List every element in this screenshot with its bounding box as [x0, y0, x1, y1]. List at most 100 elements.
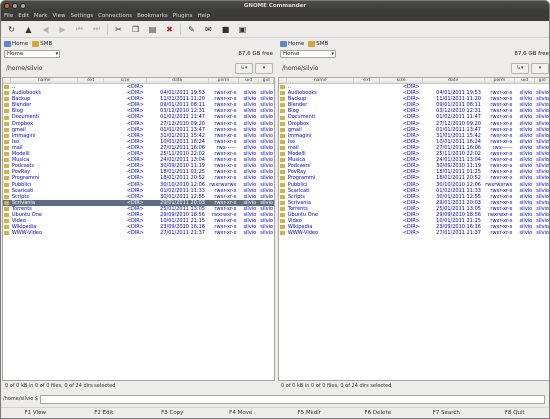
toolbar: ↻ ▲ ◀ ▶ ⏮ ⏭ ✂ ❐ ▤ ✖ ✎ ✉ ■ ▣	[1, 21, 549, 38]
gid-column-header[interactable]: gid	[259, 78, 274, 83]
right-free-space: 87,6 GB free	[514, 51, 549, 57]
cell-gid: silvio	[536, 230, 549, 237]
left-history-button[interactable]: ↳▾	[235, 62, 253, 74]
cell-uid: silvio	[519, 230, 533, 237]
menu-edit[interactable]: Edit	[18, 13, 29, 19]
toolbar-separator	[107, 23, 108, 35]
right-status-bar: 0 of 0 kB in 0 of 0 files, 0 of 24 dirs …	[281, 383, 392, 389]
left-status-bar: 0 of 0 kB in 0 of 0 files, 0 of 24 dirs …	[5, 383, 116, 389]
cell-ext	[78, 230, 104, 236]
ext-column-header[interactable]: ext	[78, 78, 105, 83]
name-column-header[interactable]: name	[11, 78, 79, 83]
left-device-select[interactable]: Home ▾	[4, 50, 60, 58]
ext-column-header[interactable]: ext	[354, 78, 381, 83]
edit-icon[interactable]: ✎	[185, 23, 198, 36]
uid-column-header[interactable]: uid	[515, 78, 536, 83]
bookmark-smb[interactable]: SMB	[32, 40, 52, 47]
right-path[interactable]: /home/silvio	[282, 65, 318, 72]
fkey-f4[interactable]: F4 Move	[207, 408, 276, 418]
menu-bookmarks[interactable]: Bookmarks	[137, 13, 168, 19]
command-prompt-label: /home/silvio $	[3, 396, 39, 402]
delete-icon[interactable]: ✖	[163, 23, 176, 36]
first-icon[interactable]: ⏮	[73, 23, 86, 36]
right-device-select[interactable]: Home ▾	[280, 50, 336, 58]
fkey-f7[interactable]: F7 Search	[412, 408, 481, 418]
left-file-list[interactable]: name ext size date perm uid gid .. <DIR> A…	[2, 77, 275, 381]
cell-perm: rwxr-xr-x	[490, 230, 513, 237]
gid-column-header[interactable]: gid	[535, 78, 549, 83]
cell-perm: rwxr-xr-x	[214, 230, 237, 237]
network-icon	[308, 40, 316, 47]
left-path[interactable]: /home/silvio	[6, 65, 42, 72]
right-bookmarks: Home SMB	[278, 38, 549, 49]
fkey-f1[interactable]: F1 View	[1, 408, 70, 418]
date-column-header[interactable]: date	[423, 78, 485, 83]
last-icon[interactable]: ⏭	[90, 23, 103, 36]
perm-column-header[interactable]: perm	[485, 78, 516, 83]
terminal-icon[interactable]: ■	[219, 23, 232, 36]
cell-name: WWW-Video	[11, 230, 43, 237]
chevron-down-icon: ▾	[55, 51, 58, 57]
bookmark-smb[interactable]: SMB	[308, 40, 328, 47]
ftp-icon[interactable]: ▣	[236, 23, 249, 36]
function-key-bar: F1 View F2 Edit F3 Copy F4 Move F5 Mkdir F6 D…	[1, 407, 549, 418]
app-window: GNOME Commander File Edit Mark View Settings…	[0, 0, 550, 419]
fkey-f5[interactable]: F5 Mkdir	[275, 408, 344, 418]
left-bookmarks: Home SMB	[2, 38, 275, 49]
right-options-button[interactable]: ▾	[531, 62, 549, 74]
left-pane: Home SMB Home ▾ 87,6 GB free /home/silvio…	[2, 38, 275, 381]
icon-column-header[interactable]	[279, 78, 287, 83]
fkey-f2[interactable]: F2 Edit	[70, 408, 139, 418]
name-column-header[interactable]: name	[287, 78, 355, 83]
file-row[interactable]: WWW-Video <DIR> 27/01/2011 21:37 rwxr-xr-x s…	[279, 230, 549, 237]
icon-column-header[interactable]	[3, 78, 11, 83]
mail-icon[interactable]: ✉	[202, 23, 215, 36]
right-pane: Home SMB Home ▾ 87,6 GB free /home/silvio…	[278, 38, 549, 381]
menu-settings[interactable]: Settings	[71, 13, 94, 19]
back-icon[interactable]: ◀	[39, 23, 52, 36]
menu-plugins[interactable]: Plugins	[173, 13, 193, 19]
cell-date: 27/01/2011 21:37	[160, 230, 205, 237]
uid-column-header[interactable]: uid	[239, 78, 260, 83]
menu-mark[interactable]: Mark	[34, 13, 48, 19]
command-input[interactable]	[40, 394, 545, 404]
paste-icon[interactable]: ▤	[146, 23, 159, 36]
file-row[interactable]: WWW-Video <DIR> 27/01/2011 21:37 rwxr-xr-x s…	[3, 230, 274, 236]
forward-icon[interactable]: ▶	[56, 23, 69, 36]
copy-icon[interactable]: ❐	[129, 23, 142, 36]
bookmark-home[interactable]: Home	[4, 40, 28, 47]
cell-size: <DIR>	[126, 230, 144, 237]
date-column-header[interactable]: date	[147, 78, 209, 83]
menu-help[interactable]: Help	[198, 13, 211, 19]
right-file-list[interactable]: name ext size date perm uid gid .. <DIR> A…	[278, 77, 549, 381]
right-history-button[interactable]: ↳▾	[511, 62, 529, 74]
cell-gid: silvio	[260, 230, 273, 237]
up-icon[interactable]: ▲	[22, 23, 35, 36]
perm-column-header[interactable]: perm	[209, 78, 240, 83]
left-options-button[interactable]: ▾	[255, 62, 273, 74]
command-line: /home/silvio $	[1, 393, 549, 405]
fkey-f3[interactable]: F3 Copy	[138, 408, 207, 418]
home-icon	[4, 40, 11, 47]
window-title: GNOME Commander	[243, 3, 307, 9]
folder-icon	[3, 230, 11, 236]
title-bar: GNOME Commander	[1, 1, 549, 11]
bookmark-home[interactable]: Home	[280, 40, 304, 47]
cell-date: 27/01/2011 21:37	[436, 230, 481, 237]
cut-icon[interactable]: ✂	[112, 23, 125, 36]
cell-uid: silvio	[243, 230, 257, 237]
size-column-header[interactable]: size	[104, 78, 147, 83]
menu-bar: File Edit Mark View Settings Connections Bookm…	[1, 11, 549, 21]
menu-connections[interactable]: Connections	[98, 13, 132, 19]
fkey-f8[interactable]: F8 Quit	[481, 408, 550, 418]
menu-view[interactable]: View	[52, 13, 65, 19]
refresh-icon[interactable]: ↻	[5, 23, 18, 36]
chevron-down-icon: ▾	[331, 51, 334, 57]
toolbar-separator	[180, 23, 181, 35]
cell-name: WWW-Video	[287, 230, 319, 237]
folder-icon	[279, 230, 287, 236]
fkey-f6[interactable]: F6 Delete	[344, 408, 413, 418]
menu-file[interactable]: File	[4, 13, 13, 19]
size-column-header[interactable]: size	[380, 78, 423, 83]
cell-ext	[354, 230, 380, 236]
